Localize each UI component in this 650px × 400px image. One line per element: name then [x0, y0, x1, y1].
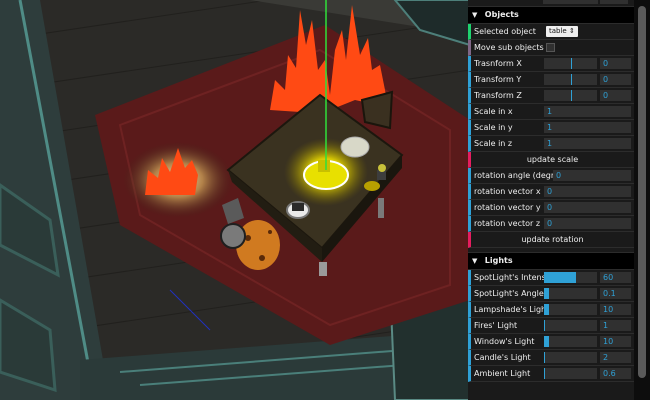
- objects-folder-header[interactable]: ▼ Objects: [468, 7, 634, 24]
- selected-object-label: Selected object: [474, 27, 536, 36]
- rotation-vector-z-input[interactable]: 0: [544, 218, 631, 229]
- update-scale-button[interactable]: update scale: [468, 152, 634, 168]
- rotation-vector-x-label: rotation vector x: [474, 187, 541, 196]
- transform-z-row: Transform Z 0: [468, 88, 634, 104]
- move-sub-objects-label: Move sub objects: [474, 43, 544, 52]
- transform-x-slider[interactable]: [544, 58, 597, 69]
- transform-z-label: Transform Z: [474, 91, 522, 100]
- rotation-angle-input[interactable]: 0: [553, 170, 631, 181]
- light-value[interactable]: 10: [600, 304, 631, 315]
- light-value[interactable]: 0.6: [600, 368, 631, 379]
- light-label: Ambient Light: [474, 369, 531, 378]
- transform-y-label: Transform Y: [474, 75, 522, 84]
- light-slider-fill: [544, 336, 550, 347]
- transform-y-value[interactable]: 0: [600, 74, 631, 85]
- rotation-vector-z-row: rotation vector z 0: [468, 216, 634, 232]
- move-sub-objects-row: Move sub objects: [468, 40, 634, 56]
- scale-z-input[interactable]: 1: [544, 138, 631, 149]
- light-value[interactable]: 60: [600, 272, 631, 283]
- light-row-candle: Candle's Light 2: [468, 350, 634, 366]
- move-sub-objects-checkbox[interactable]: [546, 43, 555, 52]
- scale-y-input[interactable]: 1: [544, 122, 631, 133]
- lights-folder-title: Lights: [484, 256, 513, 265]
- cup-inside: [292, 203, 304, 211]
- scale-z-row: Scale in z 1: [468, 136, 634, 152]
- light-slider[interactable]: [544, 320, 597, 331]
- light-row-window: Window's Light 10: [468, 334, 634, 350]
- transform-y-row: Transform Y 0: [468, 72, 634, 88]
- plate: [340, 136, 370, 158]
- transform-y-fill: [544, 74, 572, 85]
- update-rotation-button[interactable]: update rotation: [468, 232, 634, 248]
- light-slider-fill: [544, 288, 550, 299]
- light-value[interactable]: 1: [600, 320, 631, 331]
- scale-y-label: Scale in y: [474, 123, 513, 132]
- rotation-vector-x-input[interactable]: 0: [544, 186, 631, 197]
- light-label: Lampshade's Light: [474, 305, 550, 314]
- selected-object-value: table: [549, 27, 567, 35]
- light-slider[interactable]: [544, 352, 597, 363]
- light-row-fires: Fires' Light 1: [468, 318, 634, 334]
- light-label: Candle's Light: [474, 353, 531, 362]
- light-slider[interactable]: [544, 336, 597, 347]
- rotation-vector-y-input[interactable]: 0: [544, 202, 631, 213]
- light-slider[interactable]: [544, 368, 597, 379]
- transform-x-value[interactable]: 0: [600, 58, 631, 69]
- transform-z-fill: [544, 90, 572, 101]
- light-slider[interactable]: [544, 304, 597, 315]
- selected-object-select[interactable]: table ⇕: [546, 26, 578, 37]
- rotation-vector-z-label: rotation vector z: [474, 219, 541, 228]
- rotation-vector-y-row: rotation vector y 0: [468, 200, 634, 216]
- table-leg-2: [378, 198, 384, 218]
- light-slider-fill: [544, 272, 576, 283]
- light-slider-fill: [544, 368, 546, 379]
- rotation-angle-row: rotation angle (degrees) 0: [468, 168, 634, 184]
- light-value[interactable]: 2: [600, 352, 631, 363]
- transform-z-value[interactable]: 0: [600, 90, 631, 101]
- scale-x-row: Scale in x 1: [468, 104, 634, 120]
- triangle-down-icon: ▼: [472, 11, 478, 19]
- light-slider-fill: [544, 304, 550, 315]
- scale-z-label: Scale in z: [474, 139, 513, 148]
- transform-x-fill: [544, 58, 572, 69]
- top-number[interactable]: [600, 0, 628, 4]
- transform-x-label: Trasnform X: [474, 59, 522, 68]
- top-slider[interactable]: [543, 0, 598, 4]
- light-slider-fill: [544, 320, 546, 331]
- light-slider[interactable]: [544, 272, 597, 283]
- light-label: SpotLight's Angle: [474, 289, 544, 298]
- table-leg: [319, 262, 327, 276]
- light-value[interactable]: 0.1: [600, 288, 631, 299]
- rotation-vector-x-row: rotation vector x 0: [468, 184, 634, 200]
- scale-x-input[interactable]: 1: [544, 106, 631, 117]
- light-slider[interactable]: [544, 288, 597, 299]
- scale-x-label: Scale in x: [474, 107, 513, 116]
- rotation-vector-y-label: rotation vector y: [474, 203, 541, 212]
- select-arrows-icon: ⇕: [568, 27, 575, 35]
- light-row-spotlight-intensity: SpotLight's Intensity 60: [468, 270, 634, 286]
- triangle-down-icon: ▼: [472, 257, 478, 265]
- scrollbar-thumb[interactable]: [638, 6, 646, 378]
- light-label: Window's Light: [474, 337, 535, 346]
- scale-y-row: Scale in y 1: [468, 120, 634, 136]
- light-value[interactable]: 10: [600, 336, 631, 347]
- selected-object-row: Selected object table ⇕: [468, 24, 634, 40]
- light-row-ambient: Ambient Light 0.6: [468, 366, 634, 382]
- light-row-lampshade: Lampshade's Light 10: [468, 302, 634, 318]
- lights-folder-header[interactable]: ▼ Lights: [468, 253, 634, 270]
- transform-x-row: Trasnform X 0: [468, 56, 634, 72]
- light-row-spotlight-angle: SpotLight's Angle 0.1: [468, 286, 634, 302]
- top-strip: [468, 0, 634, 7]
- objects-folder-title: Objects: [484, 10, 519, 19]
- controls-panel: ▼ Objects Selected object table ⇕ Move s…: [468, 0, 634, 400]
- transform-z-slider[interactable]: [544, 90, 597, 101]
- candle: [318, 160, 330, 172]
- light-slider-fill: [544, 352, 546, 363]
- app-stage: ▼ Objects Selected object table ⇕ Move s…: [0, 0, 650, 400]
- scrollbar[interactable]: [634, 0, 650, 400]
- light-label: Fires' Light: [474, 321, 518, 330]
- transform-y-slider[interactable]: [544, 74, 597, 85]
